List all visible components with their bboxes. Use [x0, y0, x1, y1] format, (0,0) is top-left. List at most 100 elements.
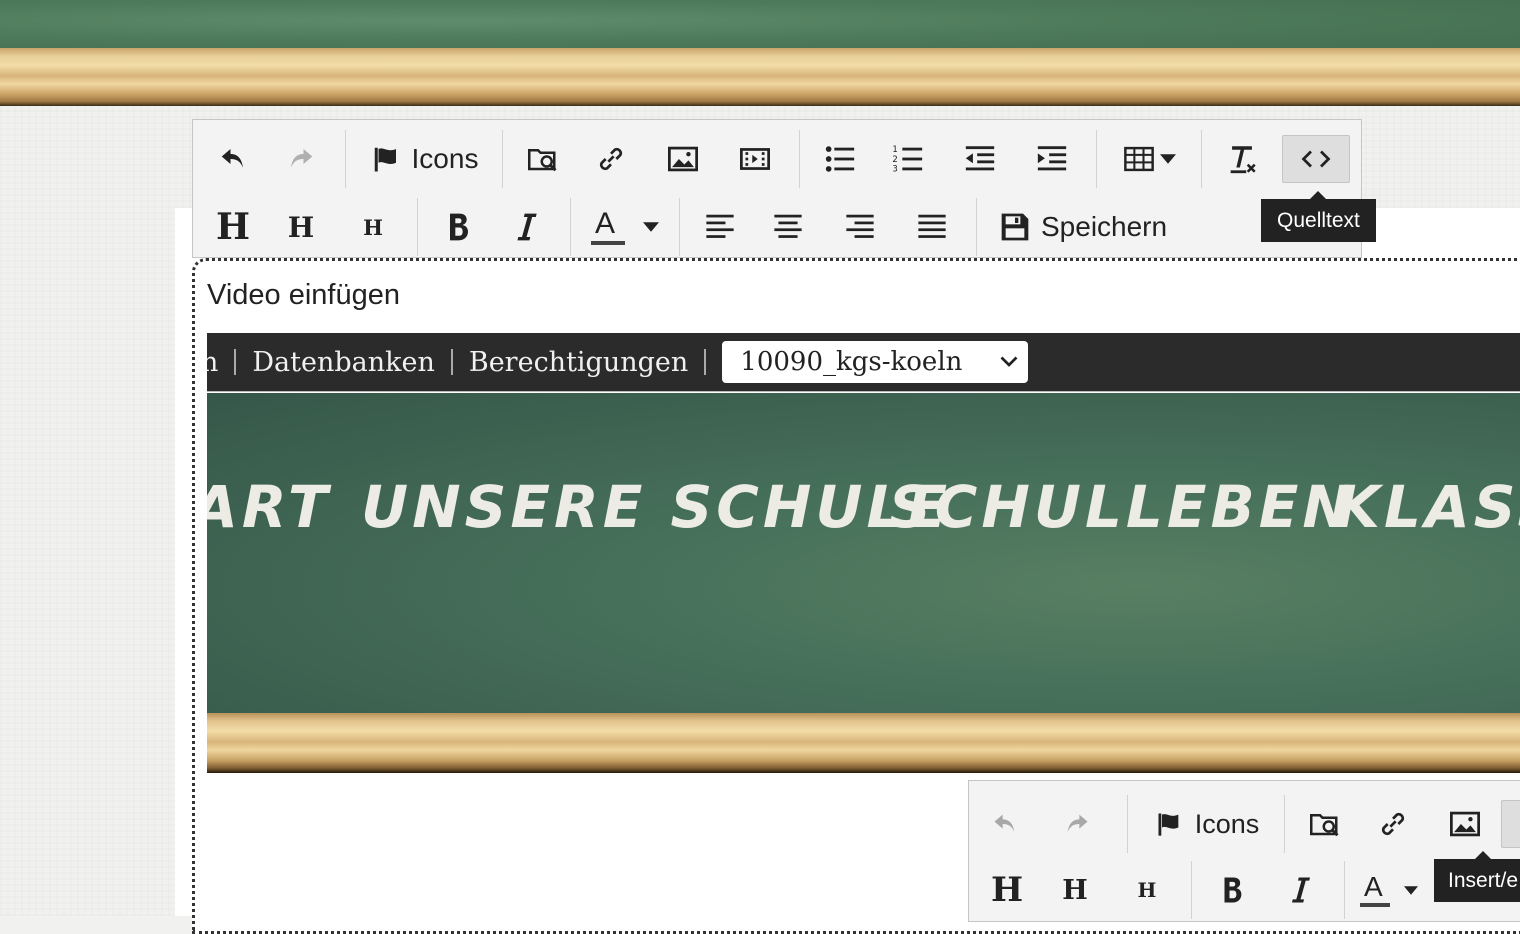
- nav-divider: [704, 349, 707, 375]
- icons-button[interactable]: Icons: [354, 136, 494, 182]
- inner-heading-2-button[interactable]: H: [1039, 867, 1111, 913]
- inner-italic-button[interactable]: [1264, 867, 1336, 913]
- heading-2-button[interactable]: H: [265, 204, 337, 250]
- insert-video-tooltip: Insert/e: [1434, 851, 1520, 902]
- svg-text:3: 3: [892, 165, 897, 175]
- bullet-list-button[interactable]: [808, 136, 872, 182]
- text-color-glyph: A: [1364, 871, 1383, 902]
- link-button[interactable]: [575, 136, 647, 182]
- bold-button[interactable]: [426, 204, 490, 250]
- inner-video-button[interactable]: [1501, 800, 1520, 848]
- clear-format-icon: [1230, 146, 1256, 174]
- editor-toolbar: Icons 123 H H H A Speichern: [192, 119, 1362, 258]
- site-nav-item-unsere-schule[interactable]: UNSERE SCHULE: [361, 473, 951, 541]
- source-code-tooltip: Quelltext: [1261, 191, 1376, 242]
- nav-divider: [234, 349, 237, 375]
- align-left-button[interactable]: [688, 204, 752, 250]
- admin-nav-bar: n Datenbanken Berechtigungen 10090_kgs-k…: [207, 333, 1520, 392]
- italic-icon: [1292, 877, 1310, 903]
- dialog-title: Video einfügen: [207, 279, 400, 311]
- align-right-icon: [846, 214, 874, 238]
- film-icon: [740, 148, 770, 170]
- site-nav-item-schulleben[interactable]: SCHULLEBEN: [889, 473, 1355, 541]
- board-frame: [0, 48, 1520, 106]
- outdent-icon: [965, 146, 995, 171]
- chalkboard-frame: [207, 713, 1520, 773]
- bullet-list-icon: [825, 146, 855, 172]
- redo-button[interactable]: [265, 136, 337, 182]
- database-select-value: 10090_kgs-koeln: [740, 347, 963, 377]
- align-center-icon: [774, 214, 802, 238]
- toolbar-separator: [976, 198, 977, 256]
- undo-button[interactable]: [201, 136, 265, 182]
- flag-icon: [374, 147, 396, 172]
- align-justify-icon: [918, 214, 946, 238]
- inner-redo-button[interactable]: [1035, 801, 1119, 847]
- admin-nav-item-databases[interactable]: Datenbanken: [252, 347, 434, 378]
- italic-icon: [517, 213, 537, 241]
- inner-undo-button[interactable]: [975, 801, 1035, 847]
- inner-bold-button[interactable]: [1200, 867, 1264, 913]
- inner-heading-1-button[interactable]: H: [975, 867, 1039, 913]
- heading-2-icon: H: [1062, 874, 1088, 906]
- source-code-button[interactable]: [1282, 135, 1350, 183]
- image-button[interactable]: [647, 136, 719, 182]
- remove-format-button[interactable]: [1210, 136, 1274, 182]
- chevron-down-icon: [1000, 356, 1018, 367]
- table-button[interactable]: [1105, 136, 1193, 182]
- toolbar-separator: [1191, 861, 1192, 919]
- site-nav-item-klassen[interactable]: KLASS: [1335, 473, 1520, 541]
- toolbar-separator: [1096, 130, 1097, 188]
- align-left-icon: [706, 214, 734, 238]
- database-select[interactable]: 10090_kgs-koeln: [722, 341, 1029, 383]
- heading-1-button[interactable]: H: [201, 204, 265, 250]
- folder-search-icon: [528, 149, 557, 172]
- heading-3-icon: H: [363, 214, 383, 240]
- file-browser-button[interactable]: [511, 136, 575, 182]
- save-button[interactable]: Speichern: [985, 204, 1179, 250]
- align-center-button[interactable]: [752, 204, 824, 250]
- heading-3-button[interactable]: H: [337, 204, 409, 250]
- site-nav-item-start[interactable]: ART: [207, 473, 332, 541]
- image-icon: [668, 146, 698, 172]
- heading-1-icon: H: [215, 206, 250, 248]
- toolbar-separator: [1127, 795, 1128, 853]
- inner-text-color-button[interactable]: A: [1353, 867, 1425, 913]
- text-color-icon: A: [1360, 871, 1390, 909]
- inner-toolbar-row-1: Icons: [975, 795, 1520, 853]
- align-justify-button[interactable]: [896, 204, 968, 250]
- redo-icon: [1067, 814, 1088, 833]
- inner-file-browser-button[interactable]: [1293, 801, 1357, 847]
- indent-icon: [1037, 146, 1067, 171]
- numbered-list-icon: 123: [892, 145, 923, 175]
- svg-text:2: 2: [892, 155, 897, 165]
- inner-heading-3-button[interactable]: H: [1111, 867, 1183, 913]
- text-color-icon: A: [591, 207, 625, 247]
- heading-3-icon: H: [1137, 878, 1157, 902]
- chevron-down-icon: [1404, 885, 1418, 895]
- outdent-button[interactable]: [944, 136, 1016, 182]
- inner-toolbar-row-2: H H H A: [975, 861, 1425, 919]
- save-icon: [1001, 213, 1029, 241]
- chevron-down-icon: [643, 222, 659, 232]
- admin-nav-item-permissions[interactable]: Berechtigungen: [469, 347, 688, 378]
- toolbar-separator: [1284, 795, 1285, 853]
- video-button[interactable]: [719, 136, 791, 182]
- text-color-button[interactable]: A: [579, 204, 671, 250]
- toolbar-separator: [570, 198, 571, 256]
- link-icon: [599, 147, 623, 171]
- admin-nav-item-partial[interactable]: n: [207, 347, 218, 378]
- italic-button[interactable]: [490, 204, 562, 250]
- inner-link-button[interactable]: [1357, 801, 1429, 847]
- undo-icon: [221, 149, 243, 168]
- toolbar-separator: [345, 130, 346, 188]
- toolbar-separator: [679, 198, 680, 256]
- inner-icons-button[interactable]: Icons: [1136, 801, 1276, 847]
- inner-image-button[interactable]: [1429, 801, 1501, 847]
- numbered-list-button[interactable]: 123: [872, 136, 944, 182]
- indent-button[interactable]: [1016, 136, 1088, 182]
- toolbar-separator: [1344, 861, 1345, 919]
- align-right-button[interactable]: [824, 204, 896, 250]
- heading-2-icon: H: [287, 210, 315, 244]
- save-label: Speichern: [1041, 211, 1168, 242]
